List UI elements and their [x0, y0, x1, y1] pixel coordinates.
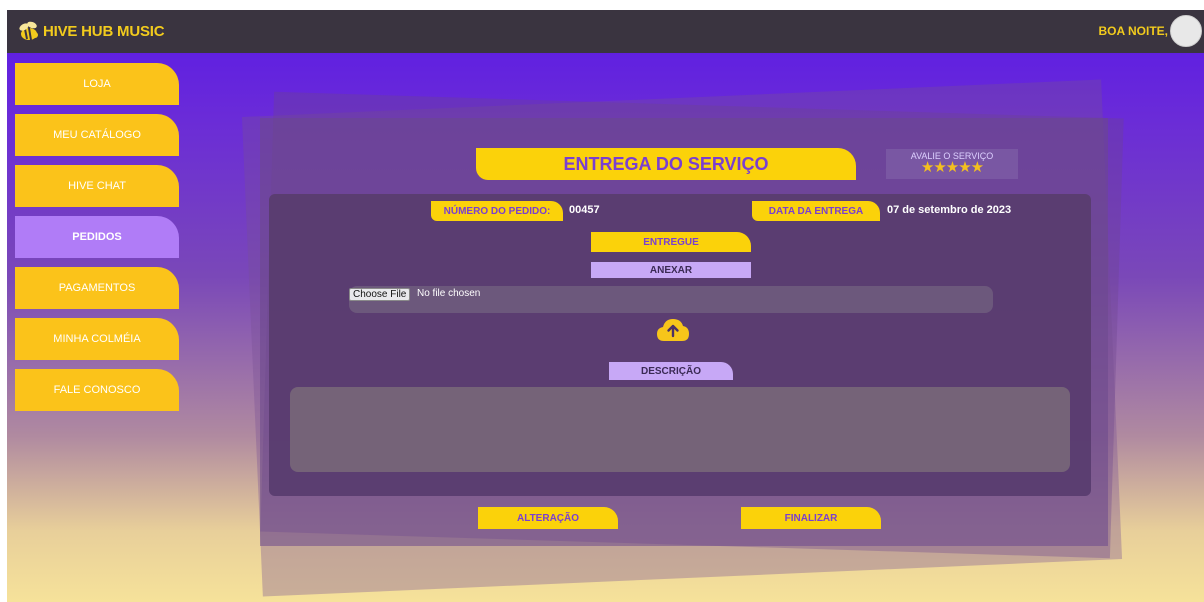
attach-label: ANEXAR — [591, 262, 751, 278]
sidebar: LOJA MEU CATÁLOGO HIVE CHAT PEDIDOS PAGA… — [15, 63, 179, 420]
star-rating-icon[interactable]: ★★★★★ — [886, 160, 1018, 175]
file-input[interactable]: Choose File No file chosen — [349, 286, 993, 313]
cloud-upload-icon[interactable] — [656, 317, 690, 343]
app-frame: HIVE HUB MUSIC BOA NOITE, LOJA MEU CATÁL… — [7, 10, 1204, 602]
sidebar-item-fale-conosco[interactable]: FALE CONOSCO — [15, 369, 179, 411]
sidebar-item-label: HIVE CHAT — [68, 180, 126, 192]
order-number-label: NÚMERO DO PEDIDO: — [431, 201, 563, 221]
rating-widget[interactable]: AVALIE O SERVIÇO ★★★★★ — [886, 149, 1018, 179]
bee-icon — [19, 21, 38, 40]
delivery-date-label: DATA DA ENTREGA — [752, 201, 880, 221]
sidebar-item-pagamentos[interactable]: PAGAMENTOS — [15, 267, 179, 309]
finish-button[interactable]: FINALIZAR — [741, 507, 881, 529]
sidebar-item-minha-colmeia[interactable]: MINHA COLMÉIA — [15, 318, 179, 360]
sidebar-item-label: PEDIDOS — [72, 231, 122, 243]
avatar[interactable] — [1170, 15, 1202, 47]
brand-name: HIVE HUB MUSIC — [43, 23, 165, 40]
description-textarea[interactable] — [290, 387, 1070, 472]
sidebar-item-meu-catalogo[interactable]: MEU CATÁLOGO — [15, 114, 179, 156]
delivery-date-value: 07 de setembro de 2023 — [887, 204, 1012, 216]
order-number-value: 00457 — [569, 204, 600, 216]
sidebar-item-hive-chat[interactable]: HIVE CHAT — [15, 165, 179, 207]
sidebar-item-pedidos[interactable]: PEDIDOS — [15, 216, 179, 258]
change-button[interactable]: ALTERAÇÃO — [478, 507, 618, 529]
brand-logo[interactable]: HIVE HUB MUSIC — [15, 19, 165, 45]
top-bar: HIVE HUB MUSIC BOA NOITE, — [7, 10, 1204, 53]
sidebar-item-label: PAGAMENTOS — [58, 282, 136, 294]
file-status-text: No file chosen — [417, 288, 481, 299]
choose-file-button[interactable]: Choose File — [349, 288, 411, 301]
sidebar-item-label: MEU CATÁLOGO — [53, 129, 141, 141]
greeting-text: BOA NOITE, — [1098, 24, 1168, 38]
sidebar-item-loja[interactable]: LOJA — [15, 63, 179, 105]
sidebar-item-label: MINHA COLMÉIA — [53, 333, 141, 345]
page-title: ENTREGA DO SERVIÇO — [476, 148, 856, 180]
description-label: DESCRIÇÃO — [609, 362, 733, 380]
sidebar-item-label: LOJA — [83, 78, 111, 90]
status-badge: ENTREGUE — [591, 232, 751, 252]
sidebar-item-label: FALE CONOSCO — [53, 384, 141, 396]
